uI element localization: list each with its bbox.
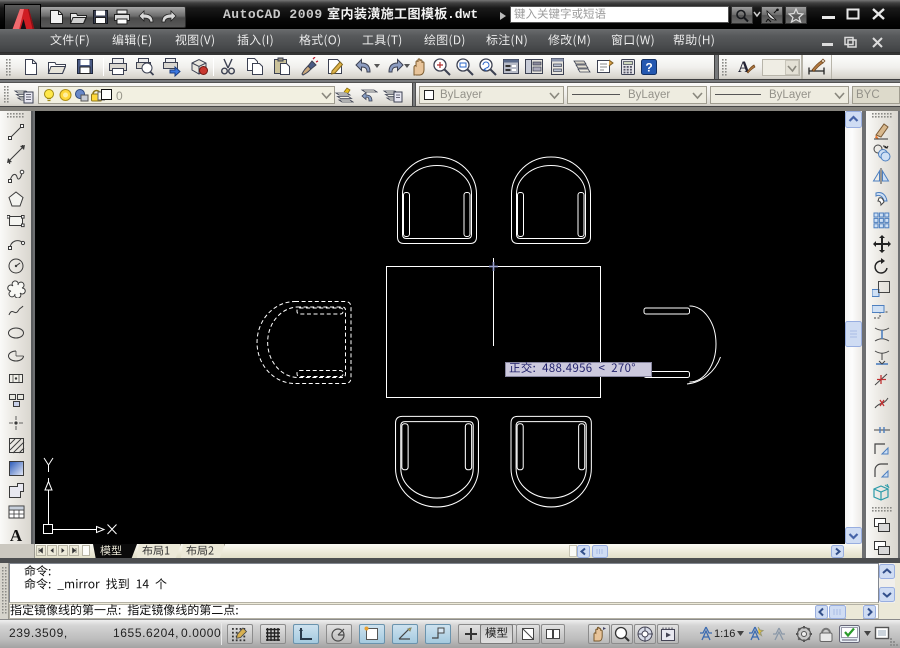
- svg-text:A: A: [738, 59, 750, 76]
- svg-text:?: ?: [645, 61, 652, 75]
- svg-text:A: A: [10, 526, 23, 545]
